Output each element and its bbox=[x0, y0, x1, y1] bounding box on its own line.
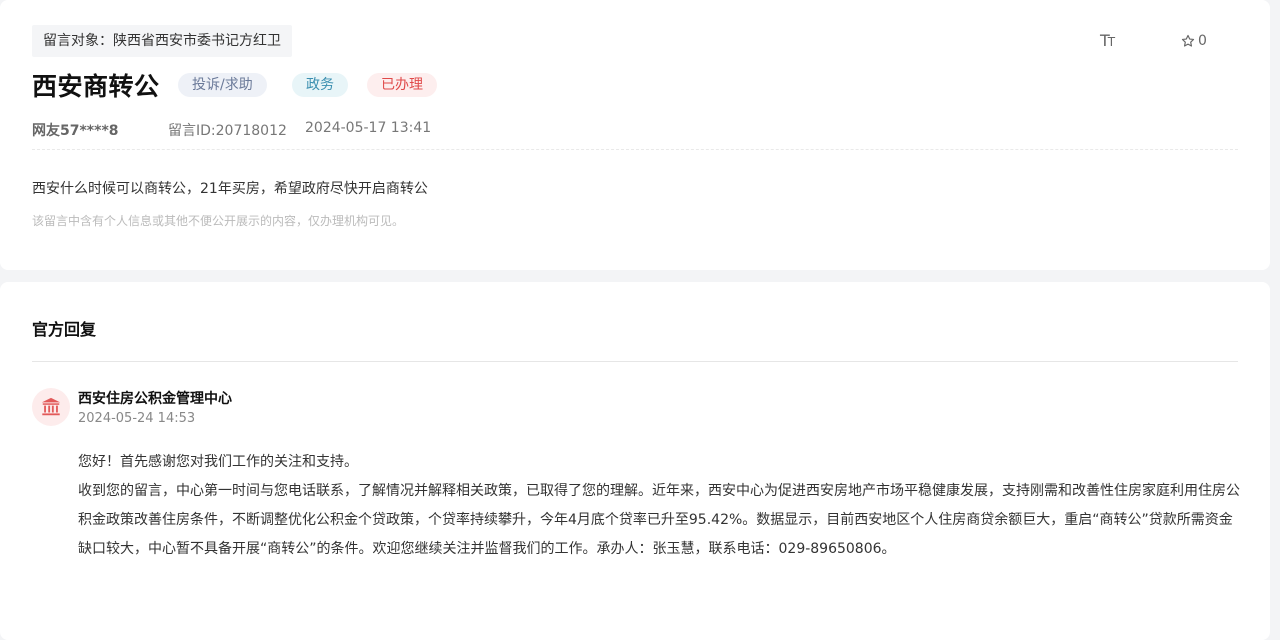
status-badge: 已办理 bbox=[367, 73, 437, 97]
tag-type: 投诉/求助 bbox=[178, 73, 267, 97]
message-content: 西安什么时候可以商转公，21年买房，希望政府尽快开启商转公 bbox=[32, 181, 428, 197]
favorite-button[interactable]: 0 bbox=[1181, 33, 1207, 49]
page-title: 西安商转公 bbox=[32, 72, 160, 101]
reply-org-name: 西安住房公积金管理中心 bbox=[78, 391, 232, 407]
message-card: 留言对象：陕西省西安市委书记方红卫 TT 0 西安商转公 投诉/求助 政务 已办… bbox=[0, 0, 1270, 270]
font-size-icon-big: T bbox=[1100, 31, 1110, 50]
avatar bbox=[32, 388, 70, 426]
message-time: 2024-05-17 13:41 bbox=[305, 120, 432, 136]
favorite-count: 0 bbox=[1198, 33, 1207, 49]
privacy-note: 该留言中含有个人信息或其他不便公开展示的内容，仅办理机构可见。 bbox=[32, 214, 405, 228]
divider bbox=[32, 361, 1238, 362]
reply-paragraph: 您好！首先感谢您对我们工作的关注和支持。 bbox=[78, 454, 358, 470]
star-icon bbox=[1181, 34, 1195, 47]
message-id: 留言ID:20718012 bbox=[168, 123, 287, 139]
reply-heading: 官方回复 bbox=[32, 320, 97, 339]
government-building-icon bbox=[41, 397, 61, 416]
font-size-icon-small: T bbox=[1107, 35, 1115, 49]
reply-card: 官方回复 西安住房公积金管理中心 2024-05-24 14:53 您好！首先感… bbox=[0, 282, 1270, 640]
reply-paragraph: 收到您的留言，中心第一时间与您电话联系，了解情况并解释相关政策，已取得了您的理解… bbox=[78, 483, 1240, 557]
reply-content: 您好！首先感谢您对我们工作的关注和支持。 收到您的留言，中心第一时间与您电话联系… bbox=[78, 448, 1240, 564]
author-name: 网友57****8 bbox=[32, 123, 119, 139]
divider bbox=[32, 149, 1238, 150]
reply-time: 2024-05-24 14:53 bbox=[78, 411, 196, 426]
tag-category: 政务 bbox=[292, 73, 348, 97]
message-target-chip: 留言对象：陕西省西安市委书记方红卫 bbox=[32, 25, 292, 57]
font-size-toggle[interactable]: TT bbox=[1100, 31, 1115, 50]
